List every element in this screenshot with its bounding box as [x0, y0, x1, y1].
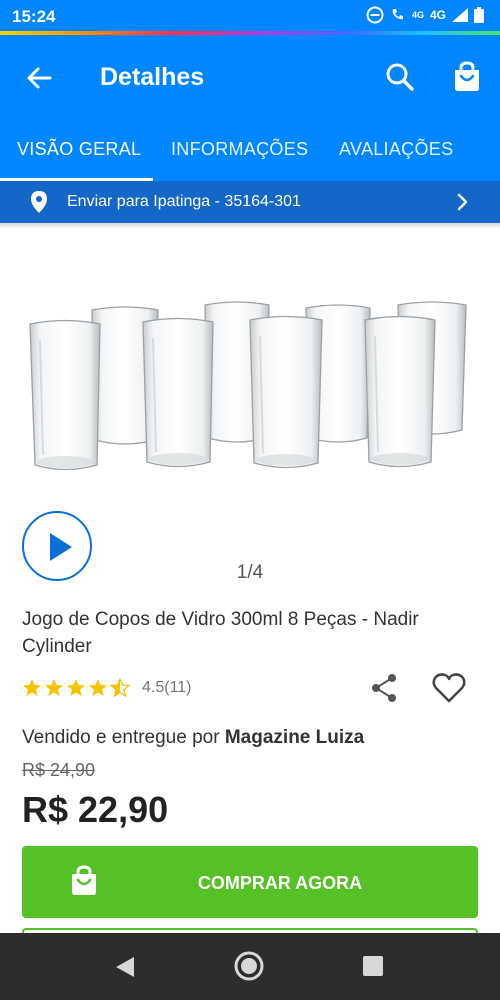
share-icon[interactable]: [370, 673, 398, 703]
nav-home-icon[interactable]: [233, 950, 265, 982]
back-arrow-icon[interactable]: [22, 61, 56, 95]
rating-text: 4.5(11): [142, 679, 192, 696]
status-icons: 4G 4G: [366, 6, 484, 24]
chevron-right-icon: [457, 193, 468, 211]
location-pin-icon: [31, 191, 47, 213]
signal-icon: [452, 8, 468, 22]
network-type: 4G: [429, 8, 446, 22]
shipping-location-bar[interactable]: Enviar para Ipatinga - 35164-301: [0, 181, 500, 223]
tab-informacoes[interactable]: INFORMAÇÕES: [171, 139, 308, 160]
star-full-icon: [23, 679, 41, 696]
do-not-disturb-icon: [366, 6, 384, 24]
volte-call-icon: [392, 9, 403, 20]
app-bar: Detalhes: [0, 35, 500, 123]
network-type-small: 4G: [411, 10, 424, 20]
cart-bag-icon[interactable]: [450, 60, 484, 94]
buy-now-label: COMPRAR AGORA: [197, 873, 363, 893]
rating-stars: [22, 678, 130, 698]
star-full-icon: [45, 679, 63, 696]
product-details-screen: 15:24 4G 4G Detalhes VISÃO GERAL INFORMA…: [0, 0, 500, 1000]
search-icon[interactable]: [383, 60, 417, 94]
product-title: Jogo de Copos de Vidro 300ml 8 Peças - N…: [22, 609, 419, 657]
nav-back-icon[interactable]: [114, 955, 136, 979]
star-full-icon: [89, 679, 107, 696]
tab-avaliacoes[interactable]: AVALIAÇÕES: [339, 139, 453, 160]
seller-info: Vendido e entregue por Magazine Luiza: [22, 727, 364, 749]
status-time: 15:24: [12, 7, 56, 26]
favorite-heart-icon[interactable]: [432, 672, 466, 704]
seller-name: Magazine Luiza: [224, 727, 365, 748]
play-icon: [50, 533, 72, 561]
page-title: Detalhes: [100, 63, 205, 91]
seller-prefix: Vendido e entregue por: [22, 727, 220, 748]
tab-bar: VISÃO GERAL INFORMAÇÕES AVALIAÇÕES: [0, 123, 500, 181]
nav-recent-apps-icon[interactable]: [362, 955, 384, 977]
buy-now-button[interactable]: COMPRAR AGORA: [22, 846, 478, 918]
tab-visao-geral[interactable]: VISÃO GERAL: [17, 139, 141, 160]
battery-icon: [474, 7, 484, 23]
system-nav-bar: [0, 933, 500, 1000]
product-rating[interactable]: 4.5(11): [22, 678, 192, 698]
current-price: R$ 22,90: [22, 789, 169, 830]
shipping-shadow: [0, 223, 500, 229]
star-full-icon: [67, 679, 85, 696]
star-half-icon: [110, 678, 130, 698]
old-price: R$ 24,90: [22, 760, 96, 780]
gallery-pager: 1/4: [236, 562, 264, 583]
status-bar: 15:24 4G 4G: [0, 0, 500, 34]
shipping-label: Enviar para Ipatinga - 35164-301: [67, 193, 301, 210]
product-image[interactable]: [0, 280, 500, 490]
